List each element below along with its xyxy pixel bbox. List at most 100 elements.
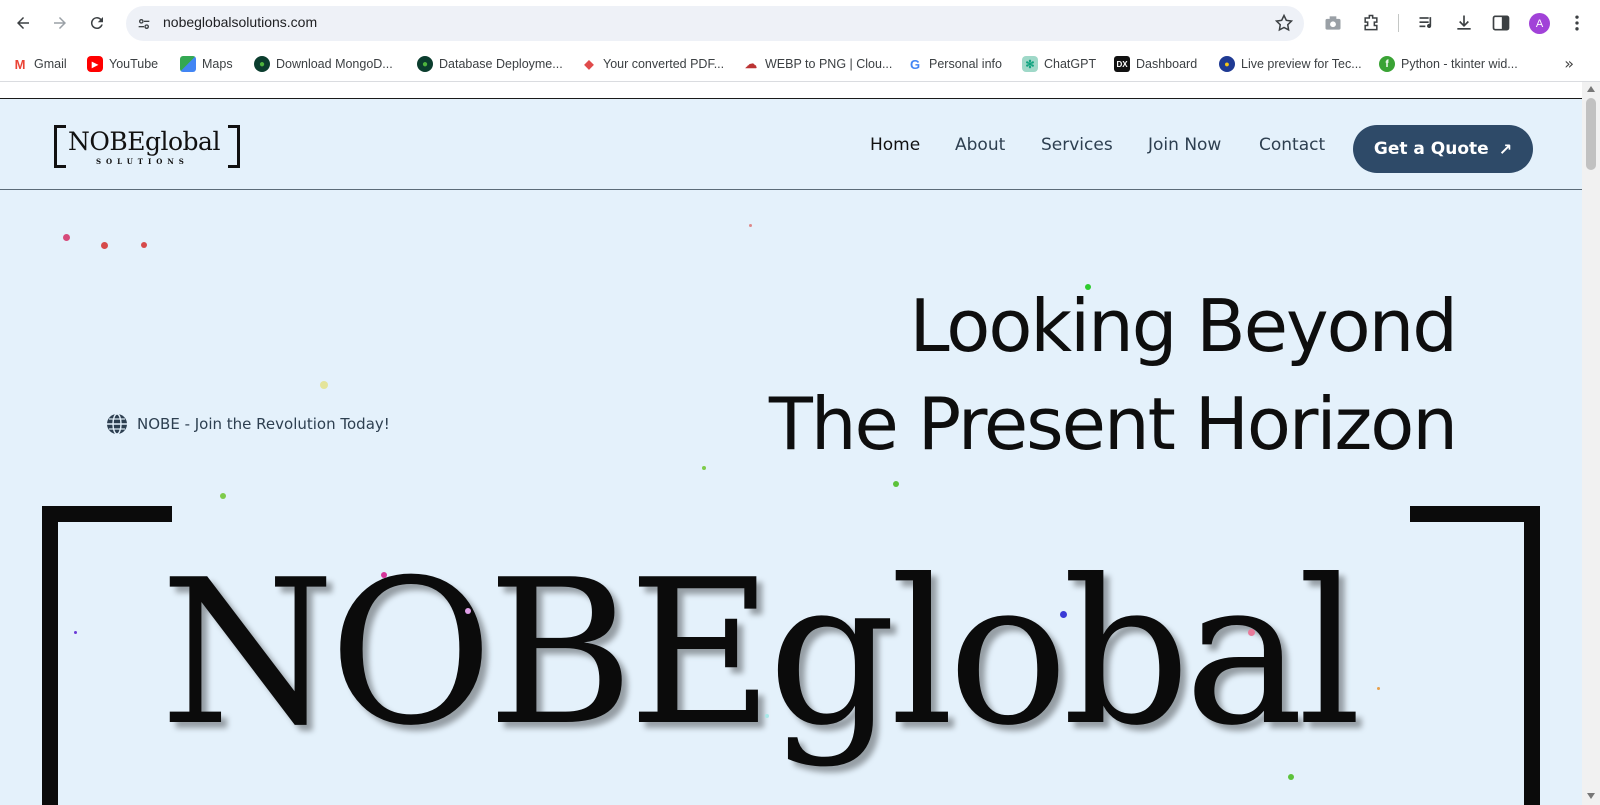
particle-dot: [381, 572, 387, 578]
nav-join-now[interactable]: Join Now: [1148, 135, 1221, 155]
particle-dot: [1377, 687, 1380, 690]
particle-dot: [220, 493, 226, 499]
nav-services[interactable]: Services: [1041, 135, 1113, 155]
site-info-icon[interactable]: [134, 14, 154, 34]
forward-button[interactable]: [45, 8, 75, 38]
hero-tagline-text: NOBE - Join the Revolution Today!: [137, 415, 390, 433]
bookmark-label: Database Deployme...: [439, 57, 563, 71]
hero-heading-line-2: The Present Horizon: [768, 382, 1458, 466]
arrow-left-icon: [17, 17, 29, 29]
bookmark-mongodb-download[interactable]: ● Download MongoD...: [254, 54, 393, 74]
dx-icon: DX: [1114, 56, 1130, 72]
bookmark-label: Maps: [202, 57, 233, 71]
scroll-up-arrow-icon[interactable]: [1587, 86, 1595, 92]
download-icon[interactable]: [1453, 12, 1475, 34]
bookmark-label: Dashboard: [1136, 57, 1198, 71]
nav-contact[interactable]: Contact: [1259, 135, 1325, 155]
reload-button[interactable]: [82, 8, 112, 38]
pdf-icon: ◆: [584, 57, 594, 71]
more-menu-icon[interactable]: [1566, 12, 1588, 34]
bookmark-label: Your converted PDF...: [603, 57, 725, 71]
address-bar[interactable]: nobeglobalsolutions.com: [126, 6, 1304, 41]
hero-tagline: NOBE - Join the Revolution Today!: [105, 412, 390, 436]
particle-dot: [1085, 284, 1091, 290]
bookmark-dashboard[interactable]: DX Dashboard: [1114, 54, 1197, 74]
bookmark-converted-pdf[interactable]: ◆ Your converted PDF...: [581, 54, 724, 74]
more-bookmarks-icon[interactable]: »: [1564, 54, 1574, 73]
particle-dot: [893, 481, 899, 487]
particle-dot: [320, 381, 328, 389]
bookmark-chatgpt[interactable]: ✻ ChatGPT: [1022, 54, 1096, 74]
youtube-icon: ▶: [87, 56, 103, 72]
bookmark-label: Python - tkinter wid...: [1401, 57, 1518, 71]
bookmark-maps[interactable]: Maps: [180, 54, 233, 74]
site-header: NOBEglobal SOLUTIONS Home About Services…: [0, 99, 1582, 190]
bookmark-label: WEBP to PNG | Clou...: [765, 57, 893, 71]
hero-logo-bracket-left: [42, 506, 172, 805]
particle-dot: [63, 234, 70, 241]
get-quote-label: Get a Quote: [1373, 139, 1489, 159]
bookmark-label: Personal info: [929, 57, 1002, 71]
particle-dot: [465, 608, 471, 614]
cloud-icon: ☁: [745, 57, 757, 71]
get-quote-button[interactable]: Get a Quote ↗: [1353, 125, 1533, 173]
hero-heading: Looking Beyond The Present Horizon: [768, 277, 1458, 473]
nav-home[interactable]: Home: [870, 135, 920, 155]
scroll-down-arrow-icon[interactable]: [1587, 793, 1595, 799]
scrollbar-thumb[interactable]: [1586, 98, 1596, 170]
mongodb-icon: ●: [254, 56, 270, 72]
arrow-right-icon: [54, 17, 66, 29]
bookmark-webp-to-png[interactable]: ☁ WEBP to PNG | Clou...: [743, 54, 892, 74]
particle-dot: [765, 714, 769, 718]
bookmark-python-tkinter[interactable]: f Python - tkinter wid...: [1379, 54, 1518, 74]
profile-avatar[interactable]: A: [1529, 13, 1550, 34]
hero-heading-line-1: Looking Beyond: [909, 284, 1458, 368]
page-content: NOBEglobal SOLUTIONS Home About Services…: [0, 98, 1582, 805]
preview-icon: ●: [1219, 56, 1235, 72]
chatgpt-icon: ✻: [1022, 56, 1038, 72]
logo-subtitle: SOLUTIONS: [96, 157, 189, 166]
bookmark-live-preview[interactable]: ● Live preview for Tec...: [1219, 54, 1362, 74]
site-logo[interactable]: NOBEglobal SOLUTIONS: [54, 125, 240, 168]
reload-icon: [90, 17, 103, 30]
logo-bracket-left: [54, 125, 66, 168]
maps-icon: [180, 56, 196, 72]
bookmark-label: ChatGPT: [1044, 57, 1097, 71]
bookmark-gmail[interactable]: M Gmail: [12, 54, 67, 74]
media-playlist-icon[interactable]: [1416, 12, 1438, 34]
particle-dot: [141, 242, 147, 248]
mongodb-icon: ●: [417, 56, 433, 72]
bookmark-personal-info[interactable]: G Personal info: [907, 54, 1002, 74]
page-scrollbar[interactable]: [1582, 82, 1600, 805]
particle-dot: [1060, 611, 1067, 618]
globe-icon: [107, 413, 127, 435]
back-button[interactable]: [8, 8, 38, 38]
hero-logo-wordmark: NOBEglobal: [160, 537, 1362, 770]
gmail-icon: M: [14, 56, 26, 72]
google-icon: G: [909, 56, 921, 72]
hero-logo-bracket-right: [1410, 506, 1540, 805]
bookmarks-bar: M Gmail ▶ YouTube Maps ● Download MongoD…: [0, 46, 1600, 82]
bookmark-database-deployment[interactable]: ● Database Deployme...: [417, 54, 563, 74]
side-panel-icon[interactable]: [1490, 12, 1512, 34]
bookmark-label: Live preview for Tec...: [1241, 57, 1362, 71]
particle-dot: [749, 224, 752, 227]
browser-toolbar: nobeglobalsolutions.com A: [0, 0, 1600, 46]
particle-dot: [1248, 629, 1255, 636]
logo-wordmark: NOBEglobal: [68, 127, 220, 156]
url-text[interactable]: nobeglobalsolutions.com: [163, 14, 317, 30]
bookmark-star-icon[interactable]: [1274, 13, 1294, 33]
bookmark-label: YouTube: [109, 57, 159, 71]
particle-dot: [1288, 774, 1294, 780]
camera-icon[interactable]: [1322, 12, 1344, 34]
nav-about[interactable]: About: [955, 135, 1005, 155]
bookmark-label: Download MongoD...: [276, 57, 393, 71]
bookmark-label: Gmail: [34, 57, 67, 71]
extensions-icon[interactable]: [1360, 12, 1382, 34]
toolbar-divider: [1398, 14, 1399, 32]
bookmark-youtube[interactable]: ▶ YouTube: [87, 54, 158, 74]
logo-bracket-right: [228, 125, 240, 168]
python-icon: f: [1379, 56, 1395, 72]
particle-dot: [74, 631, 77, 634]
particle-dot: [702, 466, 706, 470]
